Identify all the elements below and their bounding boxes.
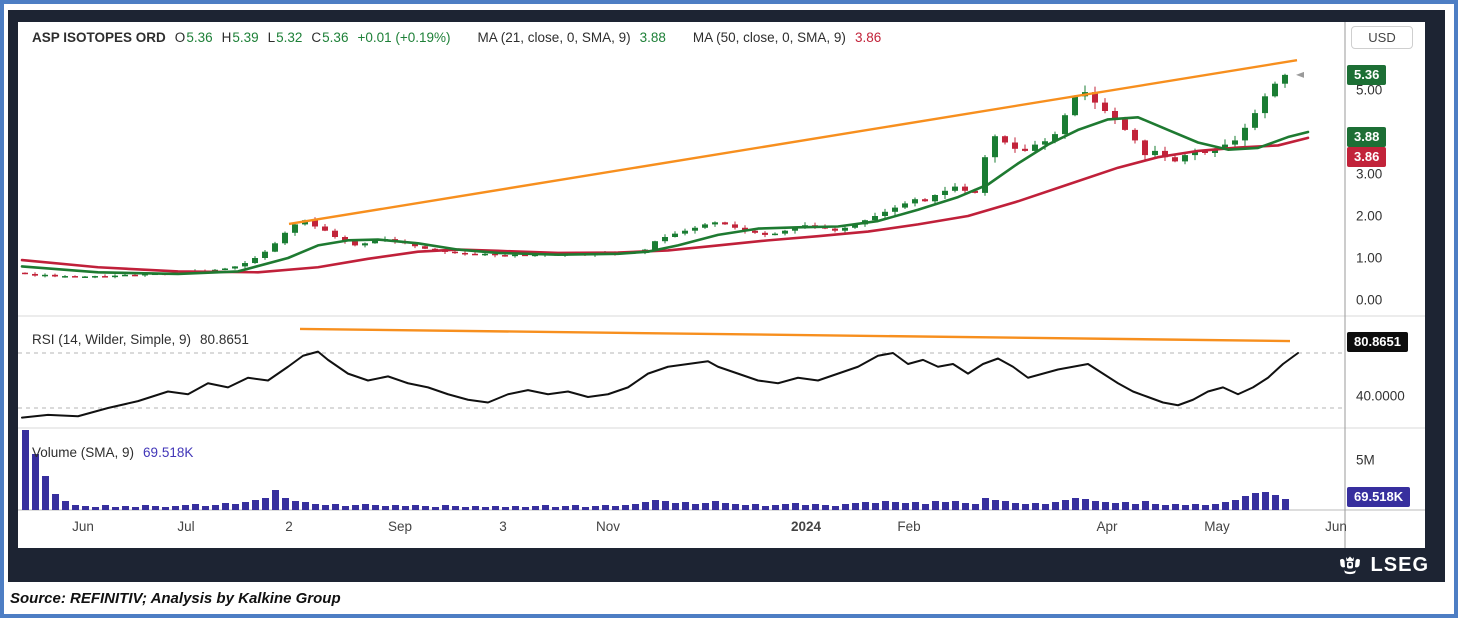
legend-item: 80.8651 (200, 332, 249, 347)
time-axis-label: Sep (387, 519, 413, 534)
legend-item: 5.39 (232, 30, 259, 45)
time-axis-label: 3 (499, 519, 507, 534)
axis-tick-label: 3.00 (1356, 166, 1383, 182)
axis-tick-label: 2.00 (1356, 208, 1383, 224)
legend-item: 5.32 (276, 30, 303, 45)
time-axis-label: 2024 (790, 519, 822, 534)
price-badge: 3.88 (1347, 127, 1387, 148)
price-rsi-volume-plot[interactable] (18, 22, 1425, 548)
price-badge: 5.36 (1347, 64, 1387, 85)
lseg-crest-icon (1339, 556, 1360, 575)
chart-frame: ASP ISOTOPES ORD O5.36 H5.39 L5.32 C5.36 +0.0… (8, 10, 1445, 582)
legend-item: RSI (14, Wilder, Simple, 9) (32, 332, 192, 347)
time-axis-label: 2 (285, 519, 293, 534)
legend-item: O (174, 30, 186, 45)
time-axis-label: Jun (1325, 519, 1347, 534)
legend-item: 5.36 (186, 30, 213, 45)
legend-item: 5.36 (322, 30, 349, 45)
axis-tick-label: 40.0000 (1356, 388, 1405, 404)
axis-tick-label: 5M (1356, 452, 1375, 468)
lseg-bar: LSEG (8, 548, 1445, 582)
time-axis-label: Feb (897, 519, 921, 534)
rsi-legend: RSI (14, Wilder, Simple, 9) 80.8651 (32, 332, 258, 348)
time-axis-label: Apr (1096, 519, 1118, 534)
volume-legend: Volume (SMA, 9) 69.518K (32, 445, 202, 461)
time-axis-label: Nov (595, 519, 621, 534)
currency-selector[interactable]: USD (1351, 26, 1413, 49)
trading-chart-screenshot: { "frame": { "border_color": "#4d7ec4", … (0, 0, 1458, 618)
legend-item: 69.518K (143, 445, 194, 460)
price-badge: 3.86 (1347, 147, 1387, 168)
main-legend: ASP ISOTOPES ORD O5.36 H5.39 L5.32 C5.36 +0.0… (32, 30, 890, 46)
axis-tick-label: 0.00 (1356, 292, 1383, 308)
legend-item: H (221, 30, 232, 45)
axis-tick-label: 1.00 (1356, 250, 1383, 266)
legend-item: +0.01 (+0.19%) (357, 30, 451, 45)
legend-item: MA (21, close, 0, SMA, 9) (477, 30, 631, 45)
price-badge: 69.518K (1347, 487, 1411, 507)
time-axis-label: Jun (72, 519, 94, 534)
time-axis-label: Jul (177, 519, 195, 534)
legend-item: 3.86 (854, 30, 882, 45)
lseg-wordmark: LSEG (1370, 553, 1429, 576)
legend-item: MA (50, close, 0, SMA, 9) (692, 30, 846, 45)
legend-item: 3.88 (639, 30, 666, 45)
price-badge: 80.8651 (1347, 332, 1408, 352)
chart-area[interactable]: ASP ISOTOPES ORD O5.36 H5.39 L5.32 C5.36 +0.0… (18, 22, 1425, 548)
source-attribution: Source: REFINITIV; Analysis by Kalkine G… (10, 589, 341, 607)
legend-item: C (311, 30, 322, 45)
legend-item: ASP ISOTOPES ORD (32, 30, 166, 45)
legend-item: Volume (SMA, 9) (32, 445, 135, 460)
time-axis-label: May (1204, 519, 1230, 534)
legend-item: L (267, 30, 276, 45)
